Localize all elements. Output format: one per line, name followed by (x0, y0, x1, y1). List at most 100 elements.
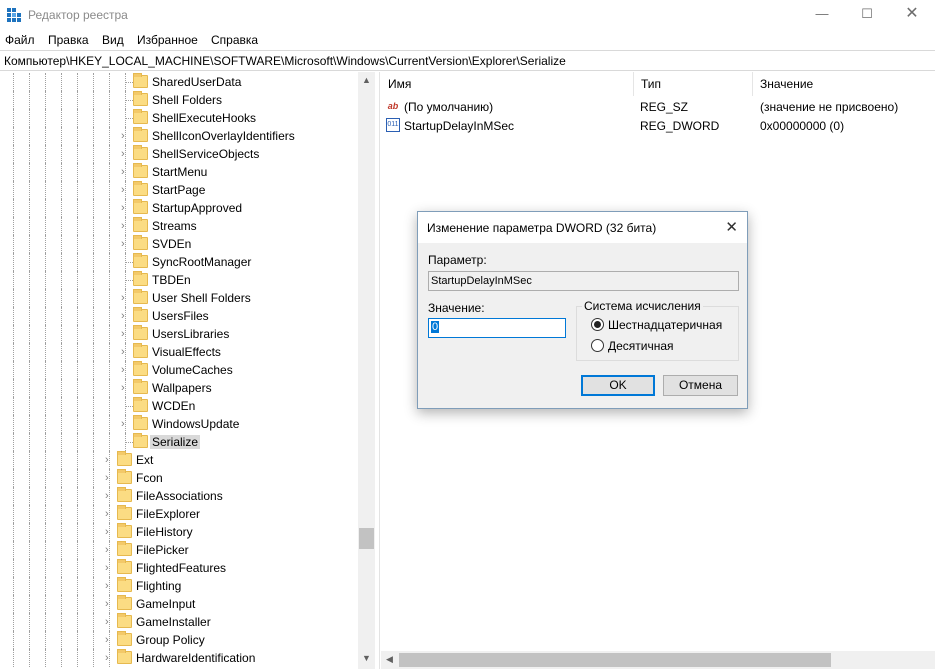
scroll-left-arrow-icon[interactable]: ◀ (386, 654, 393, 665)
menu-view[interactable]: Вид (102, 33, 124, 47)
chevron-right-icon[interactable]: › (121, 202, 131, 214)
radio-hex[interactable] (591, 318, 604, 331)
pane-splitter[interactable] (375, 72, 380, 669)
tree-item[interactable]: › StartupApproved (0, 199, 358, 217)
tree-item[interactable]: › FileAssociations (0, 487, 358, 505)
radio-decimal[interactable] (591, 339, 604, 352)
ok-button[interactable]: OK (581, 375, 655, 396)
tree-item-label[interactable]: Serialize (150, 435, 201, 449)
tree-item-label[interactable]: UsersFiles (150, 309, 211, 323)
value-row[interactable]: 011 StartupDelayInMSec REG_DWORD 0x00000… (381, 116, 935, 135)
tree-item-label[interactable]: VolumeCaches (150, 363, 235, 377)
tree-item[interactable]: Serialize (0, 433, 358, 451)
chevron-right-icon[interactable]: › (121, 310, 131, 322)
tree-item[interactable]: › Flighting (0, 577, 358, 595)
tree-item[interactable]: WCDEn (0, 397, 358, 415)
chevron-right-icon[interactable]: › (121, 220, 131, 232)
tree-item-label[interactable]: Fcon (134, 471, 165, 485)
tree-item[interactable]: › FileHistory (0, 523, 358, 541)
tree-item[interactable]: › Wallpapers (0, 379, 358, 397)
maximize-button[interactable]: ☐ (844, 0, 890, 30)
tree-item[interactable]: › Ext (0, 451, 358, 469)
tree-item[interactable]: TBDEn (0, 271, 358, 289)
tree-item[interactable]: › VolumeCaches (0, 361, 358, 379)
menu-favorites[interactable]: Избранное (137, 33, 198, 47)
chevron-right-icon[interactable]: › (121, 184, 131, 196)
tree-item[interactable]: › Streams (0, 217, 358, 235)
scroll-up-arrow-icon[interactable]: ▲ (362, 75, 371, 85)
values-scroll-thumb[interactable] (399, 653, 831, 667)
chevron-right-icon[interactable]: › (105, 544, 115, 556)
tree-item-label[interactable]: HardwareIdentification (134, 651, 257, 665)
column-header-type[interactable]: Тип (634, 72, 753, 96)
chevron-right-icon[interactable]: › (121, 382, 131, 394)
tree-item-label[interactable]: ShellIconOverlayIdentifiers (150, 129, 297, 143)
tree-item-label[interactable]: FlightedFeatures (134, 561, 228, 575)
tree-item[interactable]: › FlightedFeatures (0, 559, 358, 577)
tree-item-label[interactable]: Wallpapers (150, 381, 214, 395)
tree-item[interactable]: › StartPage (0, 181, 358, 199)
column-header-name[interactable]: Имя (381, 72, 634, 96)
chevron-right-icon[interactable]: › (105, 472, 115, 484)
tree-item[interactable]: › FileExplorer (0, 505, 358, 523)
tree-item-label[interactable]: Shell Folders (150, 93, 224, 107)
tree-item-label[interactable]: TBDEn (150, 273, 193, 287)
scroll-down-arrow-icon[interactable]: ▼ (362, 653, 371, 663)
tree-vertical-scrollbar[interactable]: ▲ ▼ (358, 72, 375, 669)
value-row[interactable]: ab (По умолчанию) REG_SZ (значение не пр… (381, 97, 935, 116)
tree-item[interactable]: ShellExecuteHooks (0, 109, 358, 127)
address-bar[interactable]: Компьютер\HKEY_LOCAL_MACHINE\SOFTWARE\Mi… (0, 50, 935, 71)
tree-item-label[interactable]: FilePicker (134, 543, 191, 557)
tree-item-label[interactable]: SharedUserData (150, 75, 243, 89)
close-window-button[interactable]: ✕ (889, 0, 935, 30)
tree-item[interactable]: › ShellIconOverlayIdentifiers (0, 127, 358, 145)
chevron-right-icon[interactable]: › (105, 616, 115, 628)
tree-item[interactable]: › UsersLibraries (0, 325, 358, 343)
chevron-right-icon[interactable]: › (105, 454, 115, 466)
chevron-right-icon[interactable]: › (121, 148, 131, 160)
chevron-right-icon[interactable]: › (121, 130, 131, 142)
chevron-right-icon[interactable]: › (121, 166, 131, 178)
tree-item-label[interactable]: WindowsUpdate (150, 417, 241, 431)
menu-help[interactable]: Справка (211, 33, 258, 47)
minimize-button[interactable]: — (799, 0, 845, 30)
chevron-right-icon[interactable]: › (121, 418, 131, 430)
tree-item-label[interactable]: Streams (150, 219, 199, 233)
tree-item-label[interactable]: StartPage (150, 183, 207, 197)
tree-item[interactable]: › Group Policy (0, 631, 358, 649)
value-input-text[interactable]: 0 (431, 321, 440, 333)
chevron-right-icon[interactable]: › (105, 562, 115, 574)
chevron-right-icon[interactable]: › (105, 508, 115, 520)
chevron-right-icon[interactable]: › (121, 346, 131, 358)
tree-item-label[interactable]: Group Policy (134, 633, 207, 647)
tree-item[interactable]: › SVDEn (0, 235, 358, 253)
tree-item-label[interactable]: Ext (134, 453, 155, 467)
tree-item-label[interactable]: SVDEn (150, 237, 193, 251)
values-horizontal-scrollbar[interactable]: ◀ (381, 651, 935, 669)
tree-item-label[interactable]: Flighting (134, 579, 183, 593)
tree-item[interactable]: › ShellServiceObjects (0, 145, 358, 163)
chevron-right-icon[interactable]: › (105, 652, 115, 664)
chevron-right-icon[interactable]: › (121, 328, 131, 340)
tree-item[interactable]: › GameInput (0, 595, 358, 613)
tree-item-label[interactable]: SyncRootManager (150, 255, 253, 269)
address-path[interactable]: Компьютер\HKEY_LOCAL_MACHINE\SOFTWARE\Mi… (4, 54, 566, 68)
chevron-right-icon[interactable]: › (105, 526, 115, 538)
tree-item-label[interactable]: FileExplorer (134, 507, 202, 521)
cancel-button[interactable]: Отмена (663, 375, 738, 396)
menu-file[interactable]: Файл (5, 33, 35, 47)
dialog-close-icon[interactable]: ✕ (725, 218, 738, 236)
chevron-right-icon[interactable]: › (105, 580, 115, 592)
tree-item[interactable]: › Fcon (0, 469, 358, 487)
tree-item[interactable]: › FilePicker (0, 541, 358, 559)
tree-item[interactable]: › HardwareIdentification (0, 649, 358, 667)
tree-item[interactable]: › GameInstaller (0, 613, 358, 631)
tree-item-label[interactable]: ShellServiceObjects (150, 147, 261, 161)
tree-item-label[interactable]: FileHistory (134, 525, 195, 539)
tree-item-label[interactable]: FileAssociations (134, 489, 225, 503)
column-header-data[interactable]: Значение (753, 72, 935, 96)
tree-item[interactable]: › User Shell Folders (0, 289, 358, 307)
value-input[interactable]: 0 (428, 318, 566, 338)
chevron-right-icon[interactable]: › (105, 634, 115, 646)
tree-item[interactable]: › VisualEffects (0, 343, 358, 361)
